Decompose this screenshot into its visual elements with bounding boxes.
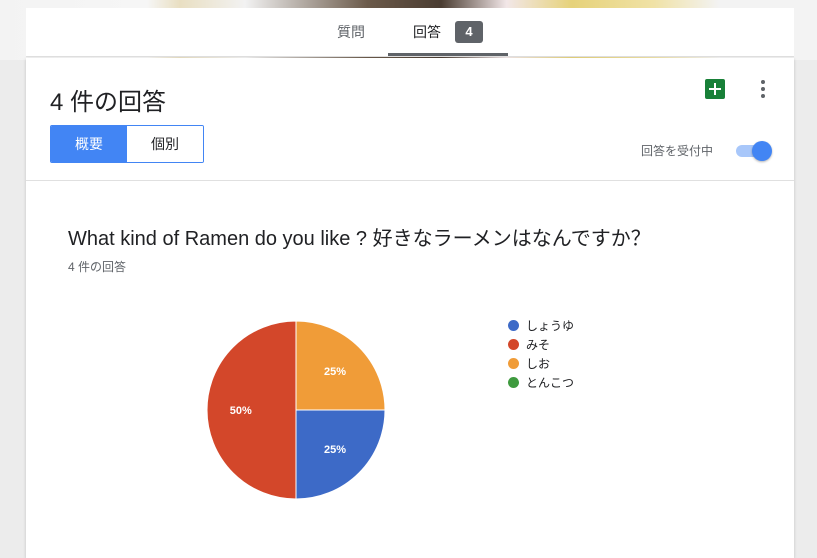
legend-label: しょうゆ [526,319,575,333]
question-title: What kind of Ramen do you like ? 好きなラーメン… [68,228,651,250]
legend-swatch [508,358,519,369]
tab-responses[interactable]: 回答 4 [388,8,508,56]
toggle-thumb [752,141,772,161]
legend-label: みそ [526,338,551,352]
accepting-responses-label: 回答を受付中 [641,144,714,158]
pie-chart: 25% 25% 50% [206,320,386,500]
more-vert-icon[interactable] [754,78,772,100]
summary-view-button[interactable]: 概要 [51,126,127,162]
active-tab-indicator [388,53,508,56]
individual-view-button[interactable]: 個別 [127,126,203,162]
form-tab-bar: 質問 回答 4 [26,8,794,57]
google-sheets-icon[interactable] [705,79,725,99]
tab-questions[interactable]: 質問 [311,8,391,56]
pie-slice-label-2: 25% [324,366,346,378]
header-divider [26,180,794,181]
legend-item: とんこつ [508,373,574,392]
legend-swatch [508,377,519,388]
legend-swatch [508,320,519,331]
legend-item: しょうゆ [508,316,574,335]
legend-label: しお [526,357,551,371]
legend-label: とんこつ [526,376,575,390]
pie-slice-label-1: 50% [230,405,252,417]
pie-slice-label-0: 25% [324,444,346,456]
legend-item: しお [508,354,574,373]
chart-legend: しょうゆみそしおとんこつ [508,316,574,392]
legend-item: みそ [508,335,574,354]
question-response-count: 4 件の回答 [68,260,127,274]
responses-card: 4 件の回答 概要 個別 回答を受付中 What kind of Ramen d… [26,58,794,558]
view-mode-toggle: 概要 個別 [50,125,204,163]
accepting-responses-toggle[interactable] [734,140,774,162]
responses-count-badge: 4 [455,21,483,43]
legend-swatch [508,339,519,350]
tab-questions-label: 質問 [337,24,365,40]
tab-responses-label: 回答 [413,24,441,40]
responses-title: 4 件の回答 [50,89,167,116]
